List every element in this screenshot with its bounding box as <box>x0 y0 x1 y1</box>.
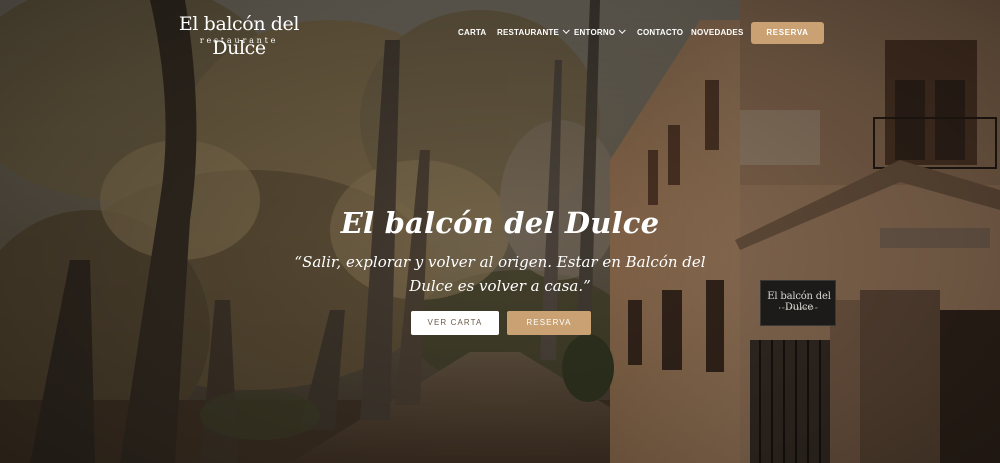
nav-item-entorno[interactable]: ENTORNO <box>574 26 627 39</box>
nav-item-label: RESTAURANTE <box>497 28 560 37</box>
reserve-button[interactable]: RESERVA <box>507 311 591 335</box>
sign-subtitle: restaurante <box>778 305 820 310</box>
hero-title: El balcón del Dulce <box>340 206 660 240</box>
nav-item-contacto[interactable]: CONTACTO <box>637 27 683 39</box>
hero-quote-line-2: Dulce es volver a casa.” <box>409 277 591 295</box>
nav-item-label: NOVEDADES <box>691 28 744 37</box>
hero-quote-line-1: “Salir, explorar y volver al origen. Est… <box>294 253 706 271</box>
logo-subtitle: restaurante <box>199 36 279 45</box>
nav-item-label: CONTACTO <box>637 28 684 37</box>
site-logo[interactable]: El balcón del Dulce restaurante <box>178 12 300 59</box>
nav-item-carta[interactable]: CARTA <box>458 27 486 39</box>
nav-item-restaurante[interactable]: RESTAURANTE <box>497 26 570 39</box>
nav-item-novedades[interactable]: NOVEDADES <box>691 27 743 39</box>
nav-item-label: ENTORNO <box>574 28 616 37</box>
restaurant-sign: El balcón del Dulce restaurante <box>760 280 836 326</box>
nav-item-label: CARTA <box>458 28 487 37</box>
hero-quote: “Salir, explorar y volver al origen. Est… <box>270 250 730 298</box>
header-reserve-button[interactable]: RESERVA <box>751 22 824 44</box>
view-menu-button[interactable]: VER CARTA <box>411 311 499 335</box>
